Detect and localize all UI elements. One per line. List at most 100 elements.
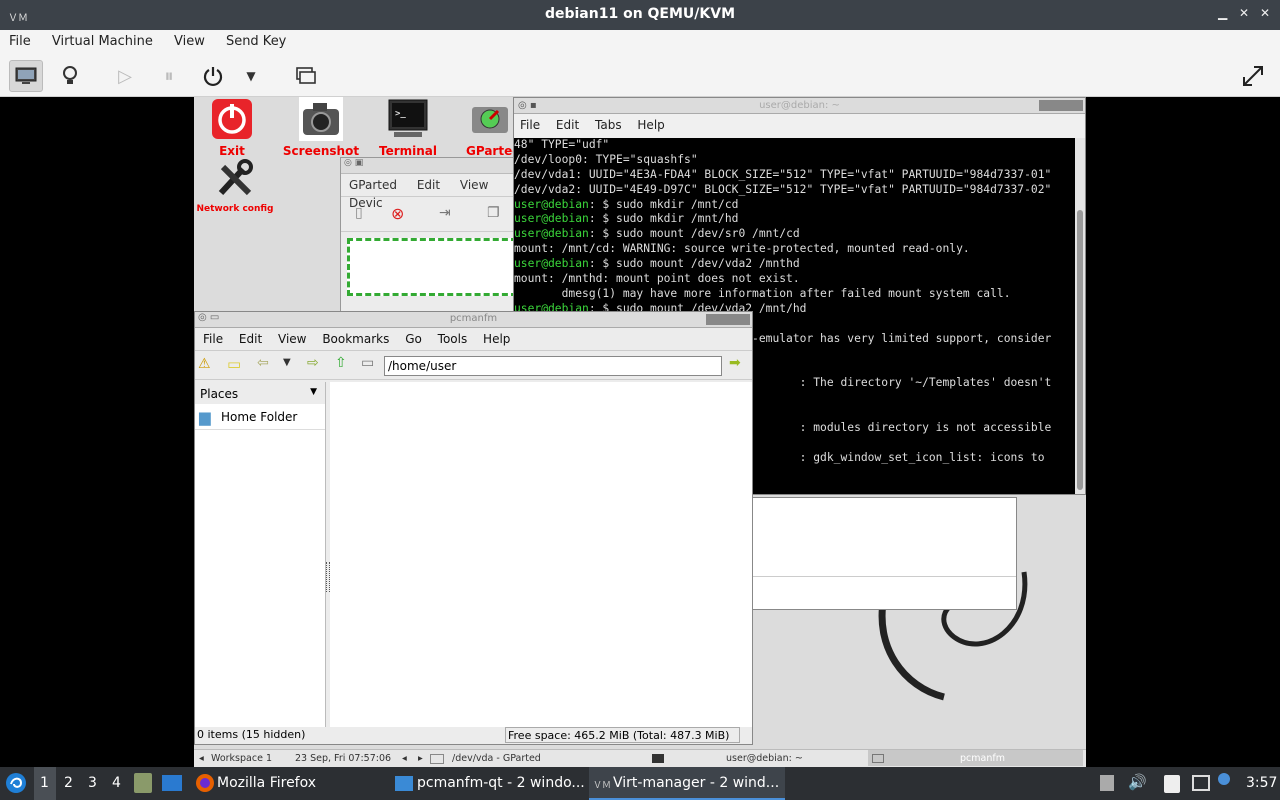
places-item-home[interactable]: ▆ Home Folder	[195, 404, 325, 430]
scrollbar-thumb[interactable]	[1077, 210, 1083, 490]
files-launcher-icon[interactable]	[134, 773, 152, 793]
partition-graph[interactable]	[347, 238, 517, 296]
gparted-window[interactable]: ◎ ▣ GParted Edit View Devic ▯ ⊗ ⇥ ❐	[340, 157, 517, 312]
guest-task-pcmanfm[interactable]: pcmanfm	[960, 753, 1005, 764]
menu-send-key[interactable]: Send Key	[217, 30, 293, 49]
desktop-icon-terminal[interactable]: >_ Terminal	[376, 97, 440, 158]
resize-icon[interactable]: ⇥	[439, 205, 451, 221]
shutdown-button[interactable]	[196, 60, 230, 92]
menu-view[interactable]: View	[165, 30, 212, 49]
pcmanfm-titlebar[interactable]: ◎ ▭ pcmanfm	[195, 312, 752, 328]
shutdown-menu-button[interactable]: ▼	[236, 60, 266, 92]
window-menu-icon[interactable]: ◎ ▪	[518, 98, 537, 114]
gparted-menu-edit[interactable]: Edit	[409, 174, 448, 192]
terminal-menu-edit[interactable]: Edit	[550, 114, 585, 132]
window-controls[interactable]	[706, 314, 750, 325]
fullscreen-button[interactable]	[1236, 60, 1270, 92]
pause-button[interactable]: ⏸	[152, 60, 186, 92]
pcmanfm-menu-file[interactable]: File	[195, 328, 227, 346]
file-list[interactable]	[330, 382, 752, 727]
taskbar-pcmanfm-qt[interactable]: pcmanfm-qt - 2 windo...	[393, 767, 585, 800]
maximize-icon[interactable]: ✕	[1239, 6, 1249, 20]
notification-icon[interactable]	[1218, 773, 1230, 785]
scroll-right-icon[interactable]: ▸	[418, 753, 423, 764]
host-taskbar: 1 2 3 4 Mozilla Firefox pcmanfm-qt - 2 w…	[0, 767, 1280, 800]
host-clock[interactable]: 3:57	[1246, 775, 1277, 791]
gparted-titlebar[interactable]: ◎ ▣	[341, 158, 514, 174]
workspace-3[interactable]: 3	[88, 775, 97, 791]
workspace-label[interactable]: Workspace 1	[211, 753, 272, 764]
pcmanfm-menu-tools[interactable]: Tools	[430, 328, 472, 346]
status-bar: 0 items (15 hidden) Free space: 465.2 Mi…	[195, 726, 752, 744]
details-view-button[interactable]	[53, 60, 87, 92]
window-menu-icon[interactable]: ◎ ▣	[341, 158, 363, 168]
taskbar-firefox[interactable]: Mozilla Firefox	[193, 767, 316, 800]
minimize-icon[interactable]: ▁	[1218, 6, 1227, 20]
terminal-text: dmesg(1) may have more information after…	[514, 286, 1011, 300]
desktop-icon-exit[interactable]: Exit	[206, 97, 258, 158]
terminal-text: mount: /mnt/cd: WARNING: source write-pr…	[514, 242, 970, 256]
clipboard-icon[interactable]	[1164, 775, 1180, 793]
terminal-menu-tabs[interactable]: Tabs	[589, 114, 628, 132]
snapshots-button[interactable]	[289, 60, 323, 92]
guest-display[interactable]: Exit Screenshot >_ Terminal GParted Netw…	[194, 97, 1086, 767]
forward-icon[interactable]: ⇨	[307, 355, 319, 371]
desktop-icon-network-config[interactable]: Network config	[194, 157, 276, 214]
desktop-icon-screenshot[interactable]: Screenshot	[280, 97, 362, 158]
history-dropdown-icon[interactable]: ▼	[283, 357, 291, 368]
background-window[interactable]	[752, 497, 1017, 610]
menu-file[interactable]: File	[0, 30, 38, 49]
terminal-titlebar[interactable]: ◎ ▪ user@debian: ~	[514, 98, 1085, 114]
monitor-icon	[15, 67, 37, 84]
desktop-icon-gparted[interactable]: GParted	[466, 97, 514, 158]
taskbar-virt-manager[interactable]: ＶＭ Virt-manager - 2 wind...	[589, 767, 785, 800]
gparted-menu-gparted[interactable]: GParted	[341, 174, 405, 192]
address-input[interactable]: /home/user	[384, 356, 722, 376]
workspace-prev-icon[interactable]: ◂	[199, 753, 204, 764]
desktop-launcher-icon[interactable]	[162, 775, 182, 791]
copy-icon[interactable]: ❐	[487, 205, 500, 221]
run-button[interactable]: ▷	[108, 60, 142, 92]
terminal-text: : $ sudo mount /dev/vda2 /mnthd	[588, 257, 800, 271]
pcmanfm-menu-view[interactable]: View	[270, 328, 310, 346]
places-header[interactable]: Places ▼	[195, 382, 325, 404]
workspace-4[interactable]: 4	[112, 775, 121, 791]
removable-media-icon[interactable]	[1100, 775, 1114, 791]
terminal-menu-help[interactable]: Help	[631, 114, 670, 132]
workspace-1[interactable]: 1	[40, 775, 49, 791]
chevron-down-icon[interactable]: ▼	[310, 387, 317, 397]
go-icon[interactable]: ➡	[729, 355, 741, 371]
guest-task-terminal[interactable]: user@debian: ~	[726, 753, 803, 764]
terminal-title: user@debian: ~	[759, 100, 840, 111]
volume-icon[interactable]: 🔊	[1128, 773, 1147, 791]
pause-icon: ⏸	[164, 65, 174, 87]
host-titlebar: ＶＭ debian11 on QEMU/KVM ▁ ✕ ✕	[0, 0, 1280, 30]
pcmanfm-menu-help[interactable]: Help	[475, 328, 514, 346]
network-icon[interactable]	[1192, 775, 1210, 791]
folder-icon[interactable]: ▭	[361, 355, 374, 371]
up-icon[interactable]: ⇧	[335, 355, 347, 371]
gparted-menu-view[interactable]: View	[452, 174, 496, 192]
new-tab-icon[interactable]: ▭	[227, 355, 241, 373]
scroll-left-icon[interactable]: ◂	[402, 753, 407, 764]
window-controls[interactable]	[1039, 100, 1083, 111]
pcmanfm-menu-go[interactable]: Go	[397, 328, 426, 346]
back-icon[interactable]: ⇦	[257, 355, 269, 371]
delete-icon[interactable]: ⊗	[391, 204, 404, 223]
terminal-menu-file[interactable]: File	[514, 114, 546, 132]
terminal-scrollbar[interactable]	[1075, 138, 1085, 494]
guest-task-gparted[interactable]: /dev/vda - GParted	[452, 753, 541, 764]
menu-virtual-machine[interactable]: Virtual Machine	[43, 30, 160, 49]
host-menubar: File Virtual Machine View Send Key	[0, 30, 1280, 54]
workspace-2[interactable]: 2	[64, 775, 73, 791]
terminal-text: /dev/vda2: UUID="4E49-D97C" BLOCK_SIZE="…	[514, 182, 1052, 196]
pcmanfm-menu-bookmarks[interactable]: Bookmarks	[314, 328, 393, 346]
close-icon[interactable]: ✕	[1260, 6, 1270, 20]
guest-clock: 23 Sep, Fri 07:57:06	[295, 753, 392, 764]
pcmanfm-menu-edit[interactable]: Edit	[231, 328, 266, 346]
start-menu-icon[interactable]	[5, 772, 27, 794]
console-view-button[interactable]	[9, 60, 43, 92]
pcmanfm-window[interactable]: ◎ ▭ pcmanfm File Edit View Bookmarks Go …	[194, 311, 753, 745]
new-icon[interactable]: ▯	[355, 205, 363, 221]
exit-icon	[212, 99, 252, 139]
